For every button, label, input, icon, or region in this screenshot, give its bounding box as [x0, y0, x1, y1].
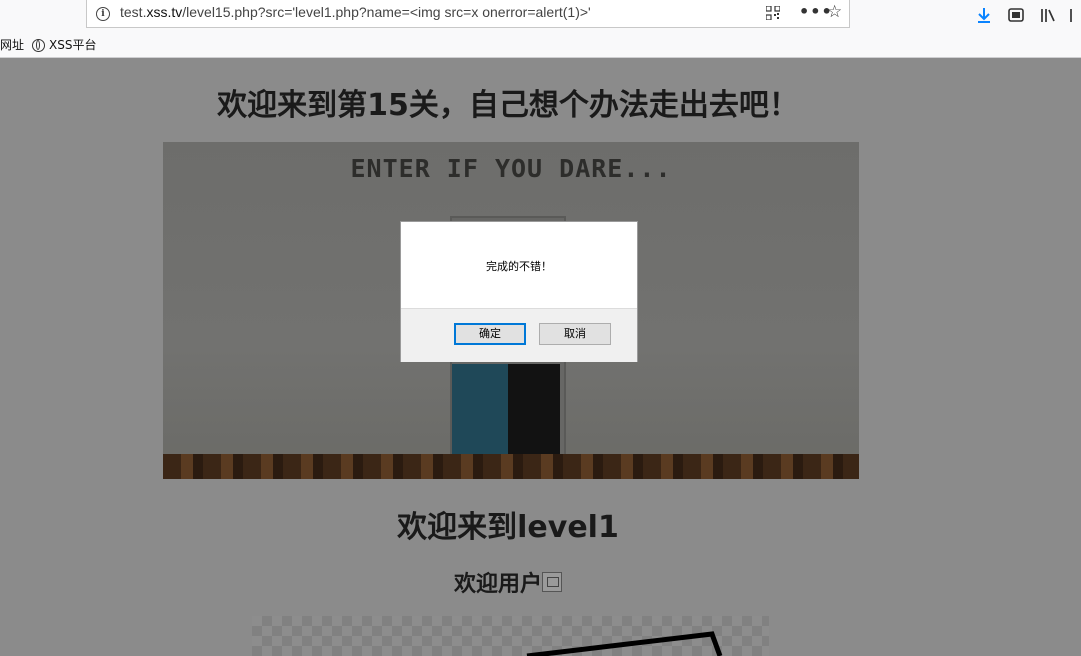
info-icon[interactable]: i: [96, 7, 110, 21]
bookmark-star-icon[interactable]: ☆: [827, 2, 842, 22]
dialog-message: 完成的不错！: [486, 260, 552, 273]
broken-image-icon: [542, 572, 562, 592]
sketch-frame-graphic: [526, 631, 723, 656]
door-opening: [508, 364, 560, 464]
wooden-floor: [163, 454, 859, 479]
scene-sign-text: ENTER IF YOU DARE...: [350, 154, 672, 183]
globe-icon: [32, 39, 45, 52]
bookmark-item[interactable]: 网址: [0, 36, 24, 53]
alert-dialog: 完成的不错！ 确定 取消: [400, 221, 638, 362]
cancel-button[interactable]: 取消: [539, 323, 611, 345]
level-heading: 欢迎来到level1: [397, 510, 619, 545]
door-leaf: [452, 364, 508, 464]
page-title: 欢迎来到第15关，自己想个办法走出去吧！: [217, 88, 799, 123]
url-text[interactable]: test.xss.tv/level15.php?src='level1.php?…: [120, 4, 591, 20]
download-icon[interactable]: [975, 6, 993, 24]
ok-button[interactable]: 确定: [454, 323, 526, 345]
sidebar-icon[interactable]: [1069, 6, 1081, 24]
level-logo-image: [252, 616, 769, 656]
qr-code-icon[interactable]: [766, 6, 780, 20]
browser-toolbar: i test.xss.tv/level15.php?src='level1.ph…: [0, 0, 1081, 58]
screenshot-icon[interactable]: [1007, 6, 1025, 24]
bookmark-item-xss-platform[interactable]: XSS平台: [32, 36, 96, 53]
address-bar[interactable]: i test.xss.tv/level15.php?src='level1.ph…: [86, 0, 850, 28]
dialog-footer: 确定 取消: [401, 308, 637, 362]
library-icon[interactable]: [1039, 6, 1057, 24]
user-heading: 欢迎用户: [0, 566, 1016, 598]
